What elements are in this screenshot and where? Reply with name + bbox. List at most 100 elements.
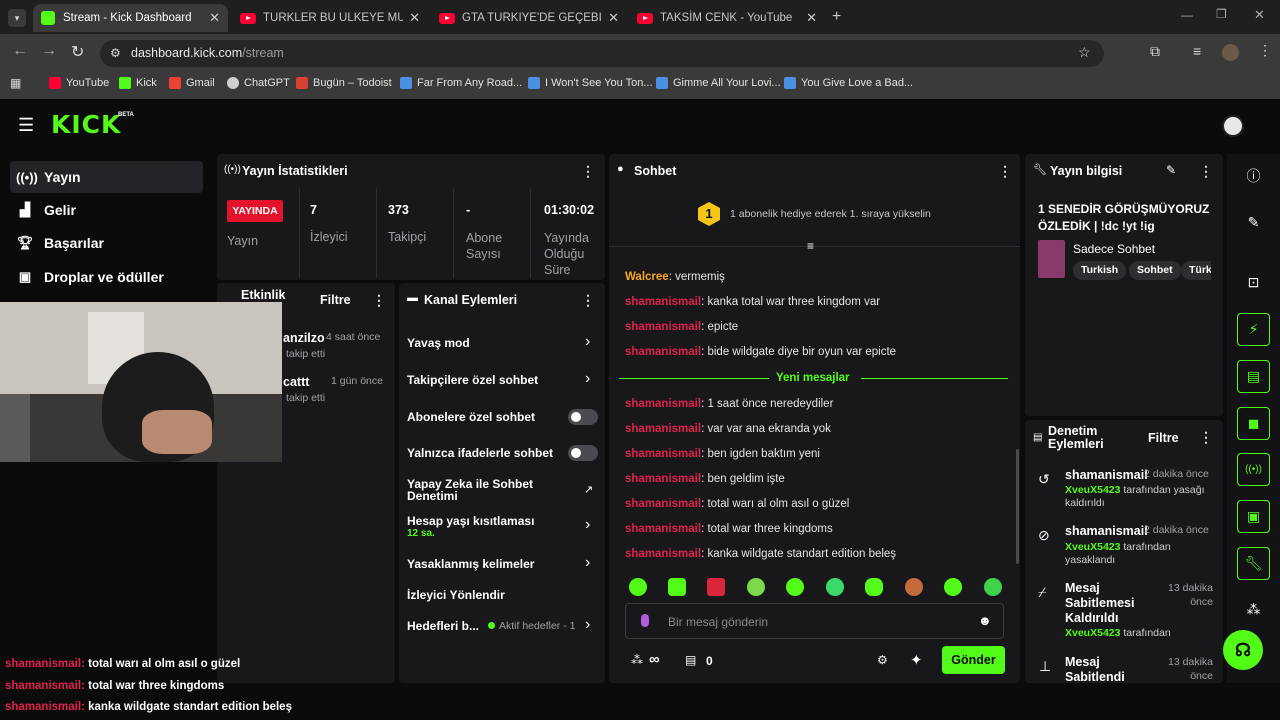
edit-icon[interactable]: ✎ (1237, 206, 1270, 239)
moderator-name[interactable]: XveuX5423 (1065, 541, 1120, 553)
bookmark-song-4[interactable]: You Give Love a Bad... (784, 77, 913, 89)
minimize-window-icon[interactable]: — (1181, 8, 1193, 22)
subs-only-toggle[interactable] (568, 409, 598, 425)
info-menu-icon[interactable]: ⋮ (1199, 163, 1213, 180)
user-avatar[interactable] (1222, 115, 1244, 137)
forward-icon[interactable]: → (41, 42, 57, 60)
emoji-picker-icon[interactable]: ☻ (978, 613, 992, 628)
support-headset-icon[interactable]: ☊ (1223, 630, 1263, 670)
tag-pill[interactable]: Türk (1181, 261, 1211, 280)
external-link-icon[interactable]: ↗ (584, 483, 593, 496)
info-icon[interactable]: ⓘ (1237, 159, 1270, 192)
category-name[interactable]: Sadece Sohbet (1073, 242, 1155, 256)
media-icon[interactable]: ≡ (1193, 43, 1201, 59)
close-window-icon[interactable]: ✕ (1254, 7, 1265, 23)
chat-menu-icon[interactable]: ⋮ (998, 163, 1012, 180)
chevron-right-icon[interactable]: › (585, 516, 590, 534)
close-tab-icon[interactable]: ✕ (608, 10, 619, 26)
kick-logo[interactable]: KICK (51, 110, 121, 139)
bookmark-youtube[interactable]: YouTube (49, 77, 109, 89)
bookmark-song-3[interactable]: Gimme All Your Lovi... (656, 77, 781, 89)
address-bar[interactable]: ⚙ dashboard.kick.com/stream ☆ (100, 40, 1104, 67)
chat-username[interactable]: shamanismail (625, 548, 701, 560)
close-tab-icon[interactable]: ✕ (209, 10, 220, 26)
filter-button[interactable]: Filtre (320, 293, 351, 307)
account-age-option[interactable]: Hesap yaşı kısıtlaması (407, 514, 534, 528)
chat-settings-icon[interactable]: ⚙ (877, 653, 888, 667)
close-tab-icon[interactable]: ✕ (806, 10, 817, 26)
channel-points-icon[interactable]: ⁂ (631, 653, 643, 667)
tab-search-button[interactable]: ▾ (8, 9, 26, 27)
emote-icon[interactable] (865, 578, 883, 596)
banned-words-option[interactable]: Yasaklanmış kelimeler (407, 557, 534, 571)
chat-mod-icon[interactable]: ✦ (910, 651, 923, 669)
sidebar-item-droplar[interactable]: ▣ Droplar ve ödüller (10, 261, 203, 293)
chevron-right-icon[interactable]: › (585, 370, 590, 388)
sidebar-item-basarilar[interactable]: 🏆︎ Başarılar (10, 227, 203, 259)
emote-icon[interactable] (944, 578, 962, 596)
microphone-icon[interactable] (641, 614, 649, 627)
moderator-name[interactable]: XveuX5423 (1065, 627, 1120, 639)
notes-icon[interactable]: ▤ (1237, 360, 1270, 393)
layout-icon[interactable]: ▣ (1237, 500, 1270, 533)
activity-menu-icon[interactable]: ⋮ (372, 292, 386, 309)
chat-username[interactable]: shamanismail (625, 321, 701, 333)
slow-mode-option[interactable]: Yavaş mod (407, 336, 470, 350)
category-thumbnail[interactable] (1038, 240, 1065, 278)
chat-username[interactable]: shamanismail (625, 296, 701, 308)
send-button[interactable]: Gönder (942, 646, 1005, 674)
quick-actions-icon[interactable]: ⚡︎ (1237, 313, 1270, 346)
filter-button[interactable]: Filtre (1148, 431, 1179, 445)
chat-username[interactable]: shamanismail (625, 523, 701, 535)
menu-kebab-icon[interactable]: ⋮ (1258, 42, 1272, 59)
activity-username[interactable]: cattt (283, 375, 309, 389)
chat-username[interactable]: shamanismail (625, 448, 701, 460)
chevron-right-icon[interactable]: › (585, 333, 590, 351)
sidebar-item-gelir[interactable]: ▟ Gelir (10, 194, 203, 226)
profile-avatar[interactable] (1222, 44, 1239, 61)
bookmark-todoist[interactable]: Bugün – Todoist (296, 77, 392, 89)
tab-youtube-1[interactable]: TÜRKLER BU ÜLKEYE MUTLAKA ✕ (232, 4, 428, 32)
tab-youtube-2[interactable]: GTA TÜRKİYE'DE GEÇEBİLİRMİŞ ✕ (431, 4, 627, 32)
bookmark-kick[interactable]: Kick (119, 77, 157, 89)
back-icon[interactable]: ← (12, 42, 28, 60)
bookmark-song-1[interactable]: Far From Any Road... (400, 77, 522, 89)
mod-menu-icon[interactable]: ⋮ (1199, 429, 1213, 446)
mod-item-user[interactable]: shamanismail (1065, 524, 1148, 538)
bookmark-star-icon[interactable]: ☆ (1078, 44, 1091, 61)
emote-icon[interactable] (707, 578, 725, 596)
tools-icon[interactable]: 🔧︎ (1237, 547, 1270, 580)
broadcast-icon[interactable]: ((•)) (1237, 453, 1270, 486)
bookmark-song-2[interactable]: I Won't See You Ton... (528, 77, 653, 89)
site-info-icon[interactable]: ⚙ (110, 46, 121, 60)
chevron-right-icon[interactable]: › (585, 554, 590, 572)
tag-pill[interactable]: Turkish (1073, 261, 1127, 280)
ai-moderation-option[interactable]: Yapay Zeka ile Sohbet Denetimi (407, 478, 557, 502)
tab-kick-dashboard[interactable]: Stream - Kick Dashboard ✕ (33, 4, 228, 32)
edit-pencil-icon[interactable]: ✎ (1166, 163, 1176, 177)
emote-icon[interactable] (826, 578, 844, 596)
chat-username[interactable]: shamanismail (625, 473, 701, 485)
tag-pill[interactable]: Sohbet (1129, 261, 1181, 280)
bookmark-gmail[interactable]: Gmail (169, 77, 215, 89)
emote-icon[interactable] (747, 578, 765, 596)
emote-icon[interactable] (629, 578, 647, 596)
close-tab-icon[interactable]: ✕ (409, 10, 420, 26)
stats-menu-icon[interactable]: ⋮ (581, 163, 595, 180)
bookmark-chatgpt[interactable]: ChatGPT (227, 77, 290, 89)
new-tab-icon[interactable]: + (832, 8, 841, 26)
screenshot-icon[interactable]: ⊡ (1237, 266, 1270, 299)
chat-bubble-icon[interactable]: ◼ (1237, 407, 1270, 440)
mod-item-user[interactable]: shamanismail (1065, 468, 1148, 482)
chat-username[interactable]: shamanismail (625, 346, 701, 358)
chat-username[interactable]: shamanismail (625, 423, 701, 435)
sidebar-item-yayin[interactable]: ((•)) Yayın (10, 161, 203, 193)
apps-grid-icon[interactable]: ▦ (10, 76, 21, 90)
followers-only-option[interactable]: Takipçilere özel sohbet (407, 373, 538, 387)
points-icon[interactable]: ⁂ (1237, 593, 1270, 626)
pinned-collapse-icon[interactable]: ≡ (807, 239, 814, 253)
emote-icon[interactable] (786, 578, 804, 596)
actions-menu-icon[interactable]: ⋮ (581, 292, 595, 309)
chat-username[interactable]: shamanismail (625, 398, 701, 410)
emotes-only-toggle[interactable] (568, 445, 598, 461)
